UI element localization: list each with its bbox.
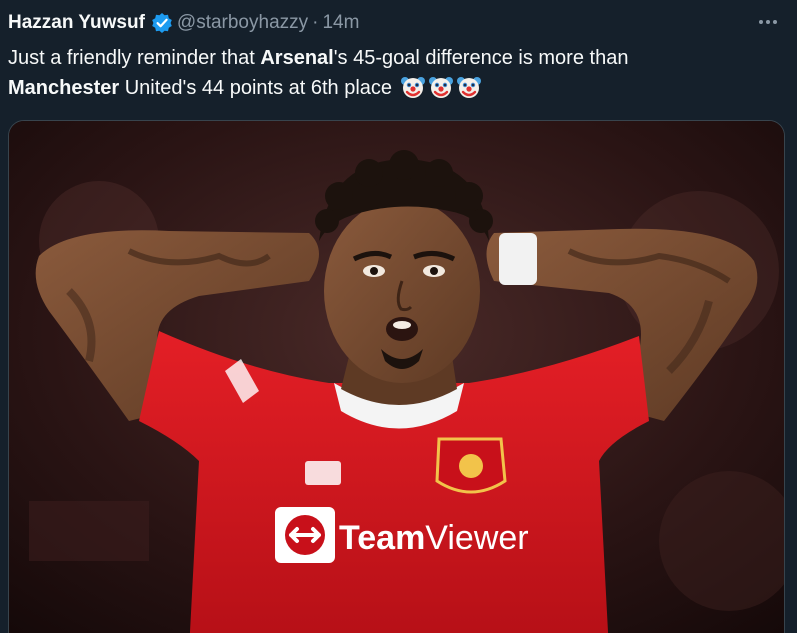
clown-emoji-icon — [456, 74, 482, 100]
verified-badge-icon — [151, 12, 173, 34]
separator-dot: · — [312, 12, 319, 33]
author-handle[interactable]: @starboyhazzy — [177, 8, 308, 38]
tweet-header: Hazzan Yuwsuf @starboyhazzy · 14m — [8, 8, 789, 38]
more-options-icon[interactable] — [753, 10, 783, 34]
sponsor-viewer: Viewer — [425, 519, 528, 557]
tweet[interactable]: Hazzan Yuwsuf @starboyhazzy · 14m Just a… — [0, 0, 797, 633]
text-bold-manchester: Manchester — [8, 77, 120, 99]
tweet-photo[interactable]: TeamViewer — [8, 120, 785, 633]
text-part-2: 's 45-goal difference is more than — [333, 47, 629, 69]
author-name[interactable]: Hazzan Yuwsuf — [8, 8, 145, 38]
timestamp[interactable]: 14m — [322, 8, 359, 38]
clown-emoji-icon — [400, 74, 426, 100]
text-part-3: United's 44 points at 6th place — [119, 77, 393, 99]
sponsor-team: Team — [339, 519, 425, 557]
text-bold-arsenal: Arsenal — [260, 47, 334, 69]
svg-text:TeamViewer: TeamViewer — [339, 519, 529, 557]
tweet-text: Just a friendly reminder that Arsenal's … — [8, 43, 768, 103]
footballer-photo-illustration: TeamViewer — [9, 121, 784, 633]
clown-emoji-icon — [428, 74, 454, 100]
text-part-1: Just a friendly reminder that — [8, 47, 261, 69]
